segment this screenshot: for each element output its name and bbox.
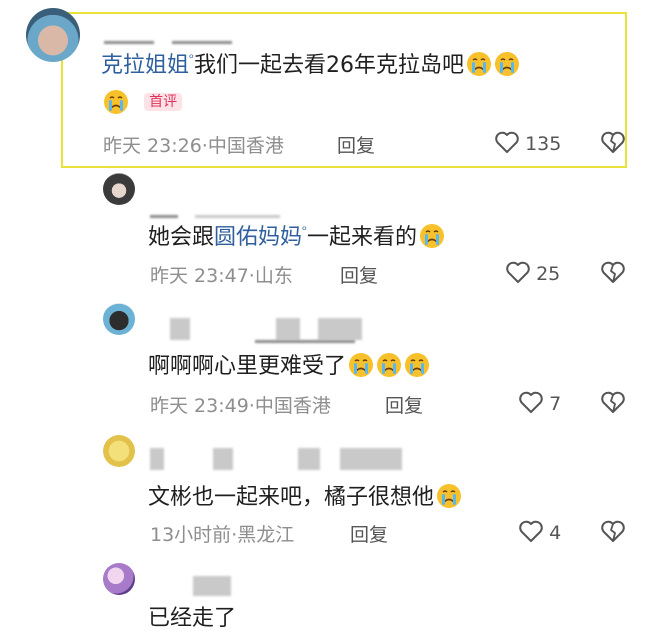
reply-button[interactable]: 回复: [337, 131, 375, 158]
like-count: 7: [549, 393, 562, 415]
broken-heart-icon: [600, 390, 626, 418]
like-count: 135: [525, 133, 562, 155]
like-button[interactable]: 135: [494, 130, 561, 158]
mention-link[interactable]: 圆佑妈妈: [214, 225, 302, 250]
comment-text: 她会跟: [148, 225, 215, 250]
comment-meta: 13小时前·黑龙江: [150, 520, 294, 547]
blurred-text: [170, 318, 190, 340]
broken-heart-icon: [600, 130, 626, 158]
blurred-text: [276, 318, 300, 340]
crying-face-emoji: [404, 352, 430, 378]
comment-time: 13小时前: [150, 524, 232, 546]
comment-body: 她会跟圆佑妈妈ᵒ一起来看的: [148, 219, 445, 251]
like-button[interactable]: 7: [518, 390, 561, 418]
avatar[interactable]: [26, 8, 80, 62]
like-button[interactable]: 25: [505, 260, 560, 288]
heart-outline-icon: [518, 519, 544, 547]
blurred-text: [150, 215, 178, 218]
comment-text: 文彬也一起来吧，橘子很想他: [148, 485, 435, 510]
dislike-button[interactable]: [600, 519, 626, 547]
blurred-text: [298, 448, 320, 470]
comment-text: 我们一起去看26年克拉岛吧: [193, 53, 464, 78]
like-button[interactable]: 4: [518, 519, 561, 547]
comment-text: 啊啊啊心里更难受了: [148, 354, 347, 379]
comment-meta: 昨天 23:49·中国香港: [150, 391, 331, 418]
dislike-button[interactable]: [600, 390, 626, 418]
crying-face-emoji: [466, 51, 492, 77]
heart-outline-icon: [505, 260, 531, 288]
blurred-text: [172, 41, 232, 44]
comment-body: 文彬也一起来吧，橘子很想他: [148, 479, 462, 511]
crying-face-emoji: [436, 483, 462, 509]
crying-face-emoji: [376, 352, 402, 378]
comment-time: 昨天 23:47: [150, 265, 249, 287]
comment-text: 一起来看的: [307, 225, 418, 250]
avatar[interactable]: [103, 303, 135, 335]
comment-meta: 昨天 23:26·中国香港: [103, 131, 284, 158]
like-count: 25: [536, 263, 561, 285]
avatar[interactable]: [103, 173, 135, 205]
blurred-text: [340, 448, 402, 470]
comment-location: 中国香港: [254, 395, 331, 417]
reply-button[interactable]: 回复: [350, 520, 388, 547]
crying-face-emoji: [103, 89, 129, 115]
dislike-button[interactable]: [600, 130, 626, 158]
crying-face-emoji: [494, 51, 520, 77]
broken-heart-icon: [600, 260, 626, 288]
like-count: 4: [549, 522, 562, 544]
comment-meta: 昨天 23:47·山东: [150, 261, 293, 288]
blurred-text: [104, 41, 154, 44]
comment-line-2: 首评: [103, 89, 183, 115]
crying-face-emoji: [348, 352, 374, 378]
comment-text: 已经走了: [148, 606, 237, 631]
comment-body: 克拉姐姐ᵒ我们一起去看26年克拉岛吧: [101, 47, 520, 79]
dislike-button[interactable]: [600, 260, 626, 288]
comment-location: 山东: [254, 265, 293, 287]
reply-button[interactable]: 回复: [340, 261, 378, 288]
commenter-name[interactable]: 克拉姐姐: [101, 53, 189, 78]
comment-time: 昨天 23:26: [103, 135, 202, 157]
comment-body: 已经走了: [148, 600, 236, 632]
heart-outline-icon: [494, 130, 520, 158]
avatar[interactable]: [103, 435, 135, 467]
comment-time: 昨天 23:49: [150, 395, 249, 417]
comment-location: 黑龙江: [237, 524, 295, 546]
blurred-text: [318, 318, 362, 340]
blurred-text: [213, 448, 233, 470]
broken-heart-icon: [600, 519, 626, 547]
comment-body: 啊啊啊心里更难受了: [148, 348, 430, 380]
reply-button[interactable]: 回复: [385, 391, 423, 418]
first-comment-badge: 首评: [144, 93, 183, 111]
avatar[interactable]: [103, 563, 135, 595]
blurred-text: [195, 215, 280, 218]
blurred-text: [255, 340, 355, 343]
blurred-text: [193, 576, 231, 596]
comment-location: 中国香港: [207, 135, 284, 157]
heart-outline-icon: [518, 390, 544, 418]
blurred-text: [150, 448, 164, 470]
crying-face-emoji: [419, 223, 445, 249]
